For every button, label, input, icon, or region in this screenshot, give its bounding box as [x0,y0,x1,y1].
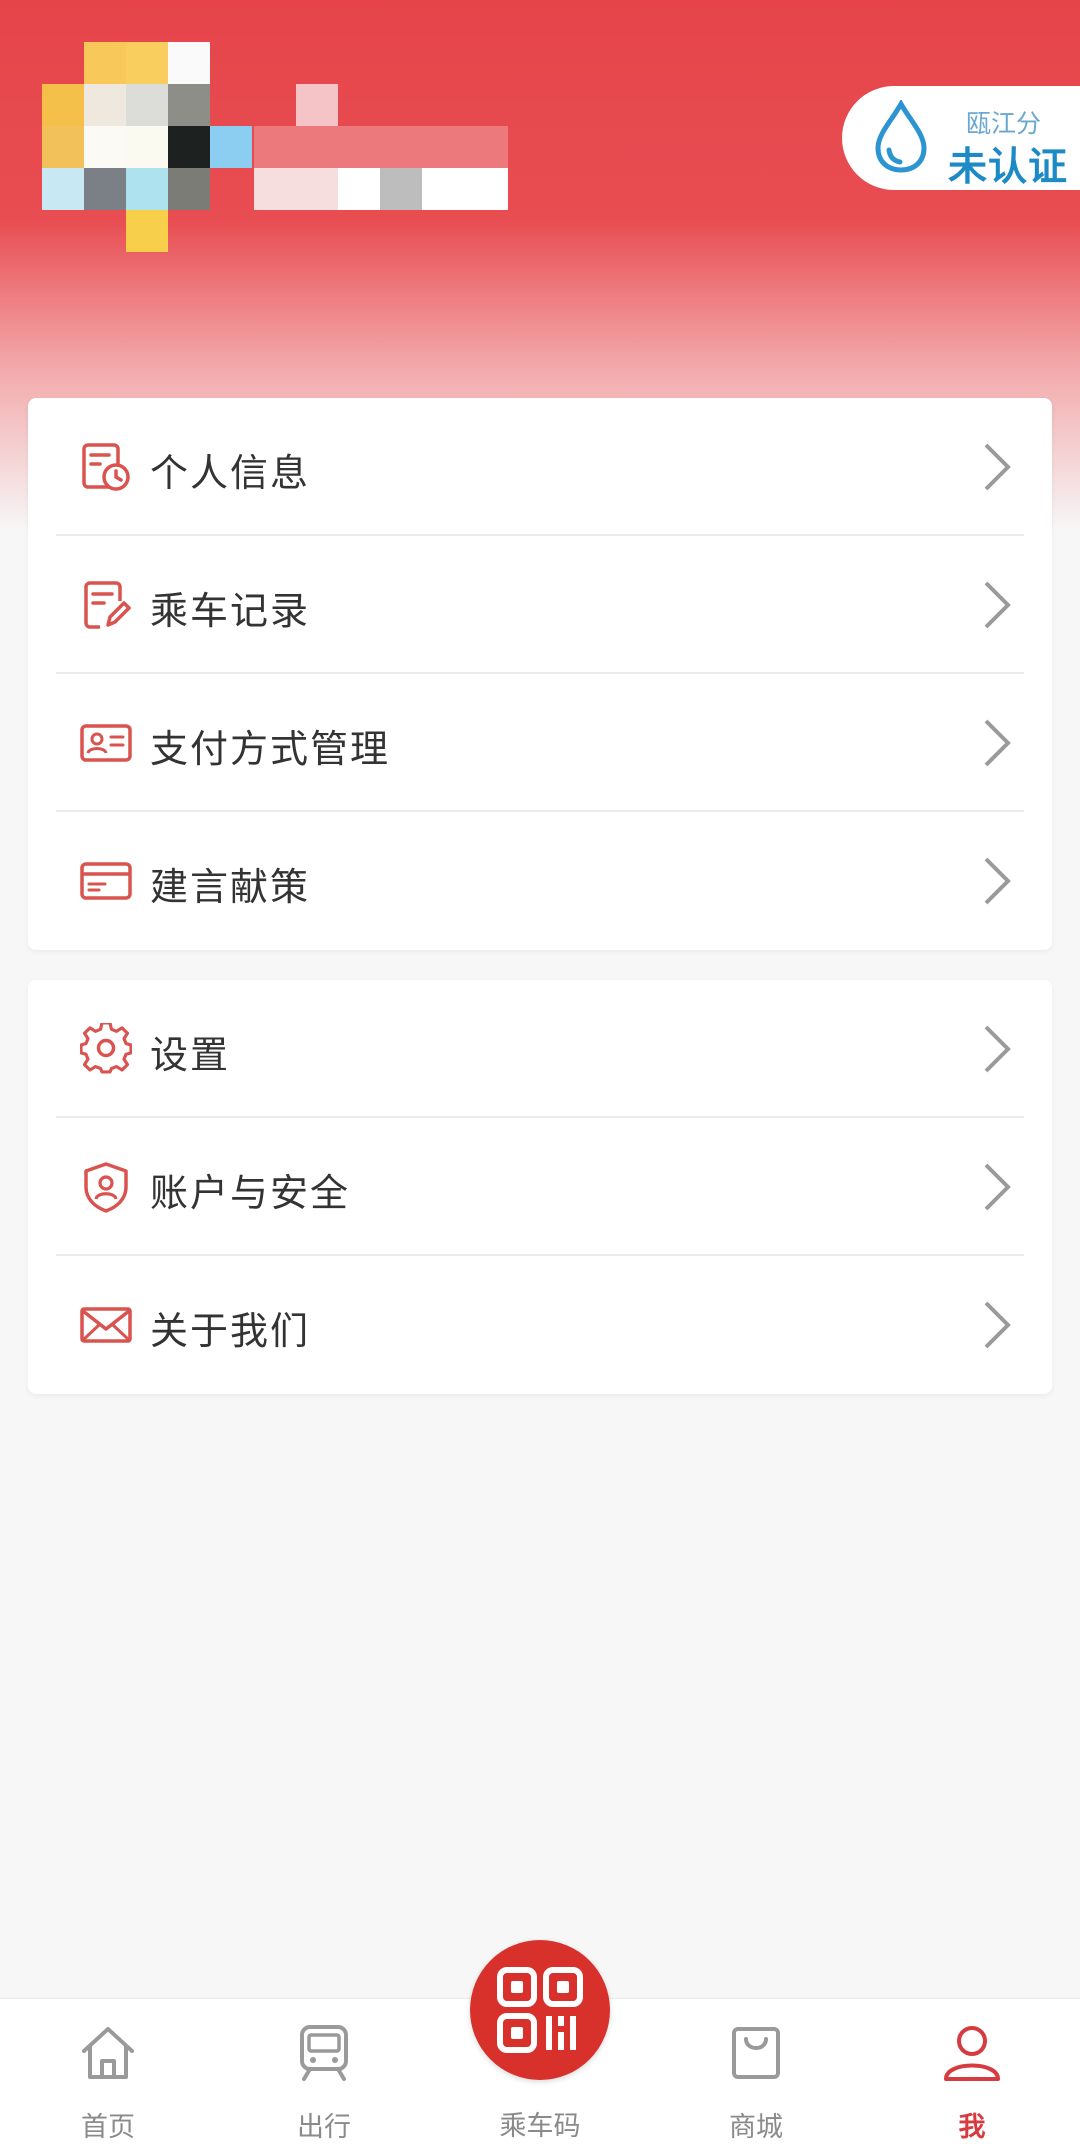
badge-status: 未认证 [948,145,1069,190]
shield-icon [84,1162,128,1213]
badge-title: 瓯江分 [966,109,1042,138]
tab-label: 我 [958,2112,986,2143]
menu-label: 账户与安全 [150,1171,351,1215]
water-drop-icon [875,100,927,173]
menu-item-settings[interactable]: 设置 [28,980,1052,1118]
avatar[interactable] [42,42,252,254]
chevron-right-icon [984,719,1011,767]
tab-me[interactable]: 我 [864,1999,1080,2151]
menu-item-payment-method[interactable]: 支付方式管理 [28,674,1052,812]
menu-item-personal-info[interactable]: 个人信息 [28,398,1052,536]
train-icon [300,2025,348,2081]
payment-card-icon [80,724,132,762]
mail-icon [80,1307,132,1343]
tab-label: 商城 [729,2112,783,2143]
menu-label: 乘车记录 [150,589,311,633]
menu-card-secondary: 设置 账户与安全 关于我们 [28,980,1052,1394]
ride-code-label: 乘车码 [499,2111,581,2142]
suggestion-icon [80,862,132,900]
certification-badge[interactable]: 瓯江分 未认证 [842,86,1080,190]
tab-travel[interactable]: 出行 [216,1999,432,2151]
menu-item-about-us[interactable]: 关于我们 [28,1256,1052,1394]
chevron-right-icon [984,443,1011,491]
menu-item-account-security[interactable]: 账户与安全 [28,1118,1052,1256]
menu-item-suggestion[interactable]: 建言献策 [28,812,1052,950]
nickname-mosaic [254,84,554,214]
chevron-right-icon [984,857,1011,905]
user-icon [944,2026,1000,2081]
menu-label: 关于我们 [150,1309,311,1353]
ride-record-icon [84,581,131,629]
chevron-right-icon [984,1163,1011,1211]
tab-mall[interactable]: 商城 [648,1999,864,2151]
menu-item-ride-record[interactable]: 乘车记录 [28,536,1052,674]
tab-label: 出行 [297,2112,351,2143]
qr-code-icon [497,1967,583,2053]
home-icon [82,2027,134,2079]
chevron-right-icon [984,1301,1011,1349]
gear-icon [80,1023,132,1074]
shopping-bag-icon [732,2027,780,2079]
menu-label: 支付方式管理 [150,727,391,771]
personal-info-icon [82,443,130,491]
tab-home[interactable]: 首页 [0,1999,216,2151]
chevron-right-icon [984,1025,1011,1073]
menu-label: 设置 [150,1033,231,1077]
menu-label: 个人信息 [150,451,311,495]
menu-label: 建言献策 [150,865,311,909]
tab-label: 首页 [81,2112,135,2143]
chevron-right-icon [984,581,1011,629]
ride-code-button[interactable] [470,1940,610,2080]
menu-card-primary: 个人信息 乘车记录 支付方式管理 建言献策 [28,398,1052,950]
